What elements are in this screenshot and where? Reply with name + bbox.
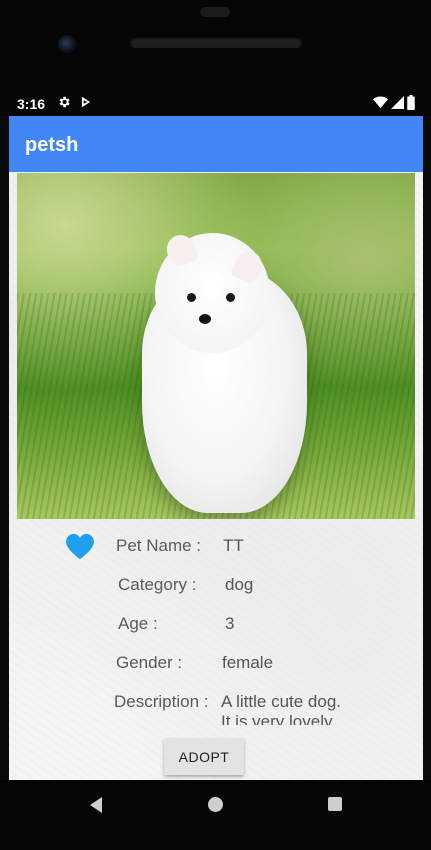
field-value-line: A little cute dog. — [221, 692, 342, 711]
adopt-button[interactable]: ADOPT — [164, 738, 244, 775]
app-screen: petsh — [9, 116, 423, 780]
field-value: TT — [223, 536, 244, 555]
phone-frame: 3:16 petsh Pet Name: TT Category: dog … — [0, 0, 431, 850]
system-nav-bar — [0, 780, 431, 850]
heart-icon[interactable] — [66, 534, 94, 560]
gear-icon — [59, 96, 70, 108]
field-label: Gender : — [116, 653, 183, 672]
wifi-icon — [373, 96, 388, 109]
front-camera — [58, 35, 76, 53]
field-label: Category : — [118, 575, 197, 594]
puppy-eye-right — [226, 293, 235, 302]
app-title: petsh — [25, 134, 79, 156]
app-bar: petsh — [9, 116, 423, 172]
field-label: Age : — [118, 614, 158, 633]
signal-icon — [391, 96, 404, 109]
puppy-nose — [199, 314, 211, 324]
top-sensor — [200, 7, 230, 17]
field-value: female — [222, 653, 274, 672]
earpiece-speaker — [130, 37, 302, 48]
field-value: 3 — [225, 614, 235, 633]
status-time: 3:16 — [17, 96, 46, 112]
home-icon[interactable] — [208, 797, 223, 812]
pet-photo — [17, 173, 415, 519]
back-icon[interactable] — [87, 796, 105, 814]
status-bar: 3:16 — [9, 92, 423, 116]
status-right-icons — [373, 95, 415, 110]
puppy-eye-left — [187, 293, 196, 302]
recents-icon[interactable] — [328, 797, 342, 811]
field-label: Pet Name : — [116, 536, 202, 555]
field-label: Description : — [114, 692, 209, 711]
field-value-line: It is very lovely. — [221, 712, 336, 725]
field-value: dog — [225, 575, 254, 594]
play-protect-icon — [81, 96, 91, 108]
battery-icon — [407, 95, 415, 110]
